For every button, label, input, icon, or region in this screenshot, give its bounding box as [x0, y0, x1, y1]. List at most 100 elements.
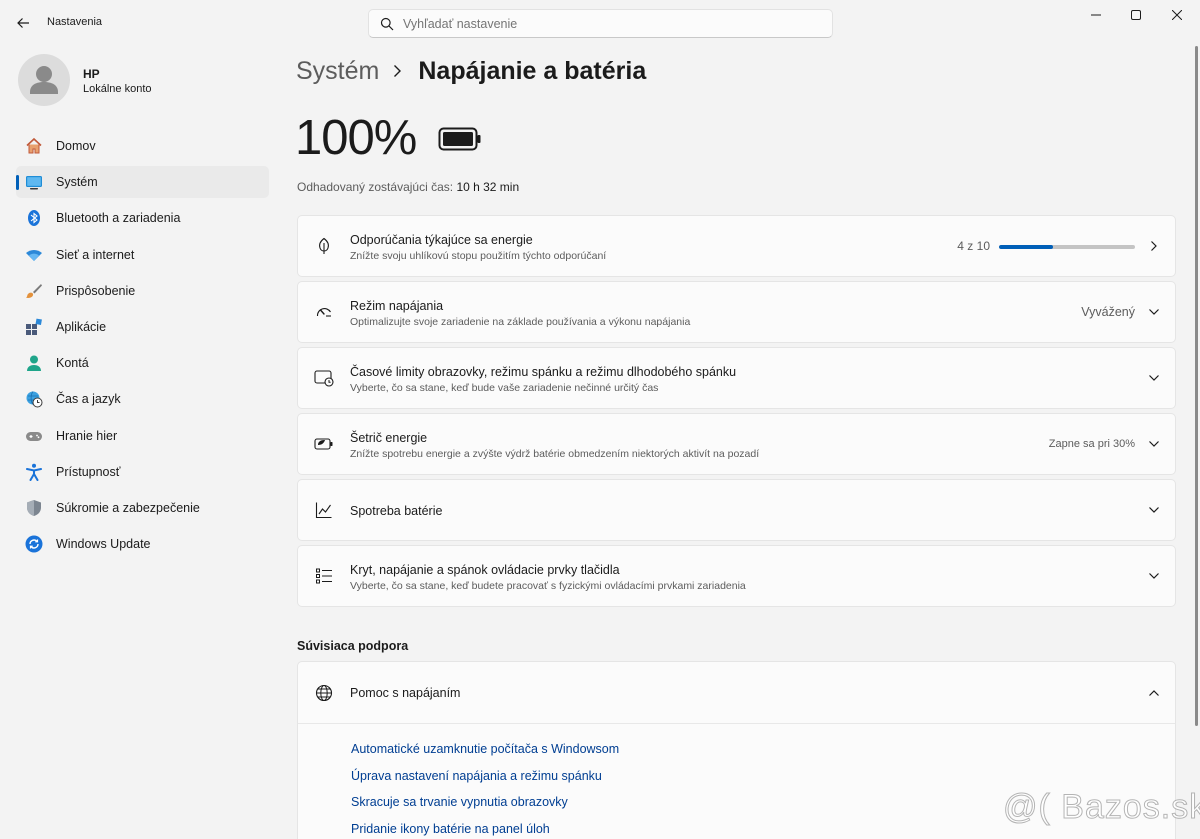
shield-icon — [25, 499, 43, 517]
accessibility-icon — [25, 463, 43, 481]
sidebar-item-label: Kontá — [56, 356, 89, 371]
minimize-button[interactable] — [1076, 0, 1116, 30]
card-title: Šetrič energie — [350, 431, 428, 445]
sidebar-item-label: Prístupnosť — [56, 464, 121, 479]
related-support-heading: Súvisiaca podpora — [297, 639, 409, 653]
screen-sleep-icon — [314, 368, 334, 388]
minimize-icon — [1091, 14, 1101, 16]
gamepad-icon — [25, 427, 43, 445]
chevron-up-icon — [1147, 686, 1161, 700]
card-subtitle: Znížte spotrebu energie a zvýšte výdrž b… — [350, 448, 760, 460]
list-controls-icon — [314, 566, 334, 586]
sidebar-nav: Domov Systém Bluetooth a zariadenia Sieť… — [16, 130, 269, 564]
sidebar-item-home[interactable]: Domov — [16, 130, 269, 162]
sidebar-item-label: Domov — [56, 139, 96, 153]
power-help-header[interactable]: Pomoc s napájaním — [298, 662, 1175, 724]
system-icon — [25, 173, 43, 191]
battery-percentage: 100% — [295, 111, 417, 165]
screen-sleep-timeouts-card[interactable]: Časové limity obrazovky, režimu spánku a… — [297, 347, 1176, 409]
card-title: Kryt, napájanie a spánok ovládacie prvky… — [350, 563, 620, 577]
sidebar-item-privacy[interactable]: Súkromie a zabezpečenie — [16, 492, 269, 524]
user-icon — [30, 66, 58, 94]
battery-full-icon — [438, 127, 482, 156]
battery-saver-icon — [314, 434, 334, 454]
apps-icon — [25, 318, 43, 336]
power-mode-value[interactable]: Vyvážený — [1081, 305, 1135, 319]
chevron-down-icon — [1147, 371, 1161, 385]
home-icon — [25, 137, 43, 155]
app-title: Nastavenia — [47, 16, 103, 28]
maximize-icon — [1131, 10, 1141, 20]
power-mode-card[interactable]: Režim napájania Optimalizujte svoje zari… — [297, 281, 1176, 343]
battery-usage-card[interactable]: Spotreba batérie — [297, 479, 1176, 541]
sidebar-item-apps[interactable]: Aplikácie — [16, 311, 269, 343]
chevron-down-icon — [1147, 569, 1161, 583]
card-subtitle: Vyberte, čo sa stane, keď bude vaše zari… — [350, 382, 659, 394]
sidebar-item-network[interactable]: Sieť a internet — [16, 239, 269, 271]
chart-line-icon — [314, 500, 334, 520]
account-icon — [25, 354, 43, 372]
chevron-down-icon — [1147, 503, 1161, 517]
card-subtitle: Vyberte, čo sa stane, keď budete pracova… — [350, 580, 746, 592]
sidebar-item-accessibility[interactable]: Prístupnosť — [16, 456, 269, 488]
sidebar-item-label: Súkromie a zabezpečenie — [56, 500, 200, 515]
recommendations-progress-bar — [999, 245, 1135, 249]
sidebar-item-label: Hranie hier — [56, 428, 118, 443]
sidebar-item-personalization[interactable]: Prispôsobenie — [16, 275, 269, 307]
sidebar-item-bluetooth[interactable]: Bluetooth a zariadenia — [16, 202, 269, 234]
recommendations-progress-text: 4 z 10 — [957, 239, 990, 253]
estimated-time-value: 10 h 32 min — [456, 180, 520, 194]
wifi-icon — [25, 246, 43, 264]
chevron-right-icon — [1147, 239, 1161, 253]
sidebar-item-windows-update[interactable]: Windows Update — [16, 528, 269, 560]
help-links-list: Automatické uzamknutie počítača s Window… — [351, 742, 619, 839]
card-title: Časové limity obrazovky, režimu spánku a… — [350, 365, 737, 379]
sidebar-item-label: Bluetooth a zariadenia — [56, 211, 181, 226]
card-title: Spotreba batérie — [350, 504, 443, 518]
sidebar-item-label: Systém — [56, 175, 98, 190]
sidebar-item-gaming[interactable]: Hranie hier — [16, 420, 269, 452]
card-title: Odporúčania týkajúce sa energie — [350, 233, 533, 247]
globe-icon — [314, 683, 334, 703]
brush-icon — [25, 282, 43, 300]
back-button[interactable] — [10, 10, 36, 36]
sidebar-item-system[interactable]: Systém — [16, 166, 269, 199]
close-button[interactable] — [1157, 0, 1197, 30]
scrollbar[interactable] — [1195, 46, 1198, 726]
update-icon — [25, 535, 43, 553]
card-title: Režim napájania — [350, 299, 444, 313]
energy-recommendations-card[interactable]: Odporúčania týkajúce sa energie Znížte s… — [297, 215, 1176, 277]
help-link-battery-taskbar-icon[interactable]: Pridanie ikony batérie na panel úloh — [351, 822, 619, 839]
search-input[interactable] — [403, 15, 823, 33]
title-bar: Nastavenia — [0, 0, 1200, 46]
help-link-auto-lock[interactable]: Automatické uzamknutie počítača s Window… — [351, 742, 619, 769]
power-mode-icon — [314, 302, 334, 322]
clock-globe-icon — [25, 390, 43, 408]
leaf-icon — [314, 236, 334, 256]
estimated-time: Odhadovaný zostávajúci čas: 10 h 32 min — [297, 180, 519, 194]
search-box[interactable] — [368, 9, 833, 38]
search-icon — [380, 17, 394, 36]
profile-name: HP — [83, 67, 100, 81]
sidebar-item-accounts[interactable]: Kontá — [16, 347, 269, 379]
lid-power-buttons-card[interactable]: Kryt, napájanie a spánok ovládacie prvky… — [297, 545, 1176, 607]
maximize-button[interactable] — [1116, 0, 1156, 30]
breadcrumb: Systém Napájanie a batéria — [296, 54, 646, 88]
sidebar-item-label: Čas a jazyk — [56, 392, 121, 407]
energy-saver-card[interactable]: Šetrič energie Znížte spotrebu energie a… — [297, 413, 1176, 475]
help-link-screen-off-duration[interactable]: Skracuje sa trvanie vypnutia obrazovky — [351, 795, 619, 822]
close-icon — [1172, 10, 1182, 20]
estimated-time-label: Odhadovaný zostávajúci čas: — [297, 180, 454, 194]
help-link-power-sleep-settings[interactable]: Úprava nastavení napájania a režimu spán… — [351, 769, 619, 796]
chevron-down-icon — [1147, 305, 1161, 319]
card-subtitle: Znížte svoju uhlíkovú stopu použitím týc… — [350, 250, 607, 262]
arrow-left-icon — [17, 18, 29, 28]
sidebar-item-time-language[interactable]: Čas a jazyk — [16, 383, 269, 415]
power-help-title: Pomoc s napájaním — [350, 686, 461, 700]
sidebar-item-label: Aplikácie — [56, 319, 107, 334]
breadcrumb-parent[interactable]: Systém — [296, 57, 379, 86]
profile-account-type: Lokálne konto — [83, 83, 152, 95]
page-title: Napájanie a batéria — [418, 56, 647, 85]
watermark-logo: @( Bazos.sk — [1002, 788, 1200, 827]
sidebar-item-label: Windows Update — [56, 537, 151, 552]
